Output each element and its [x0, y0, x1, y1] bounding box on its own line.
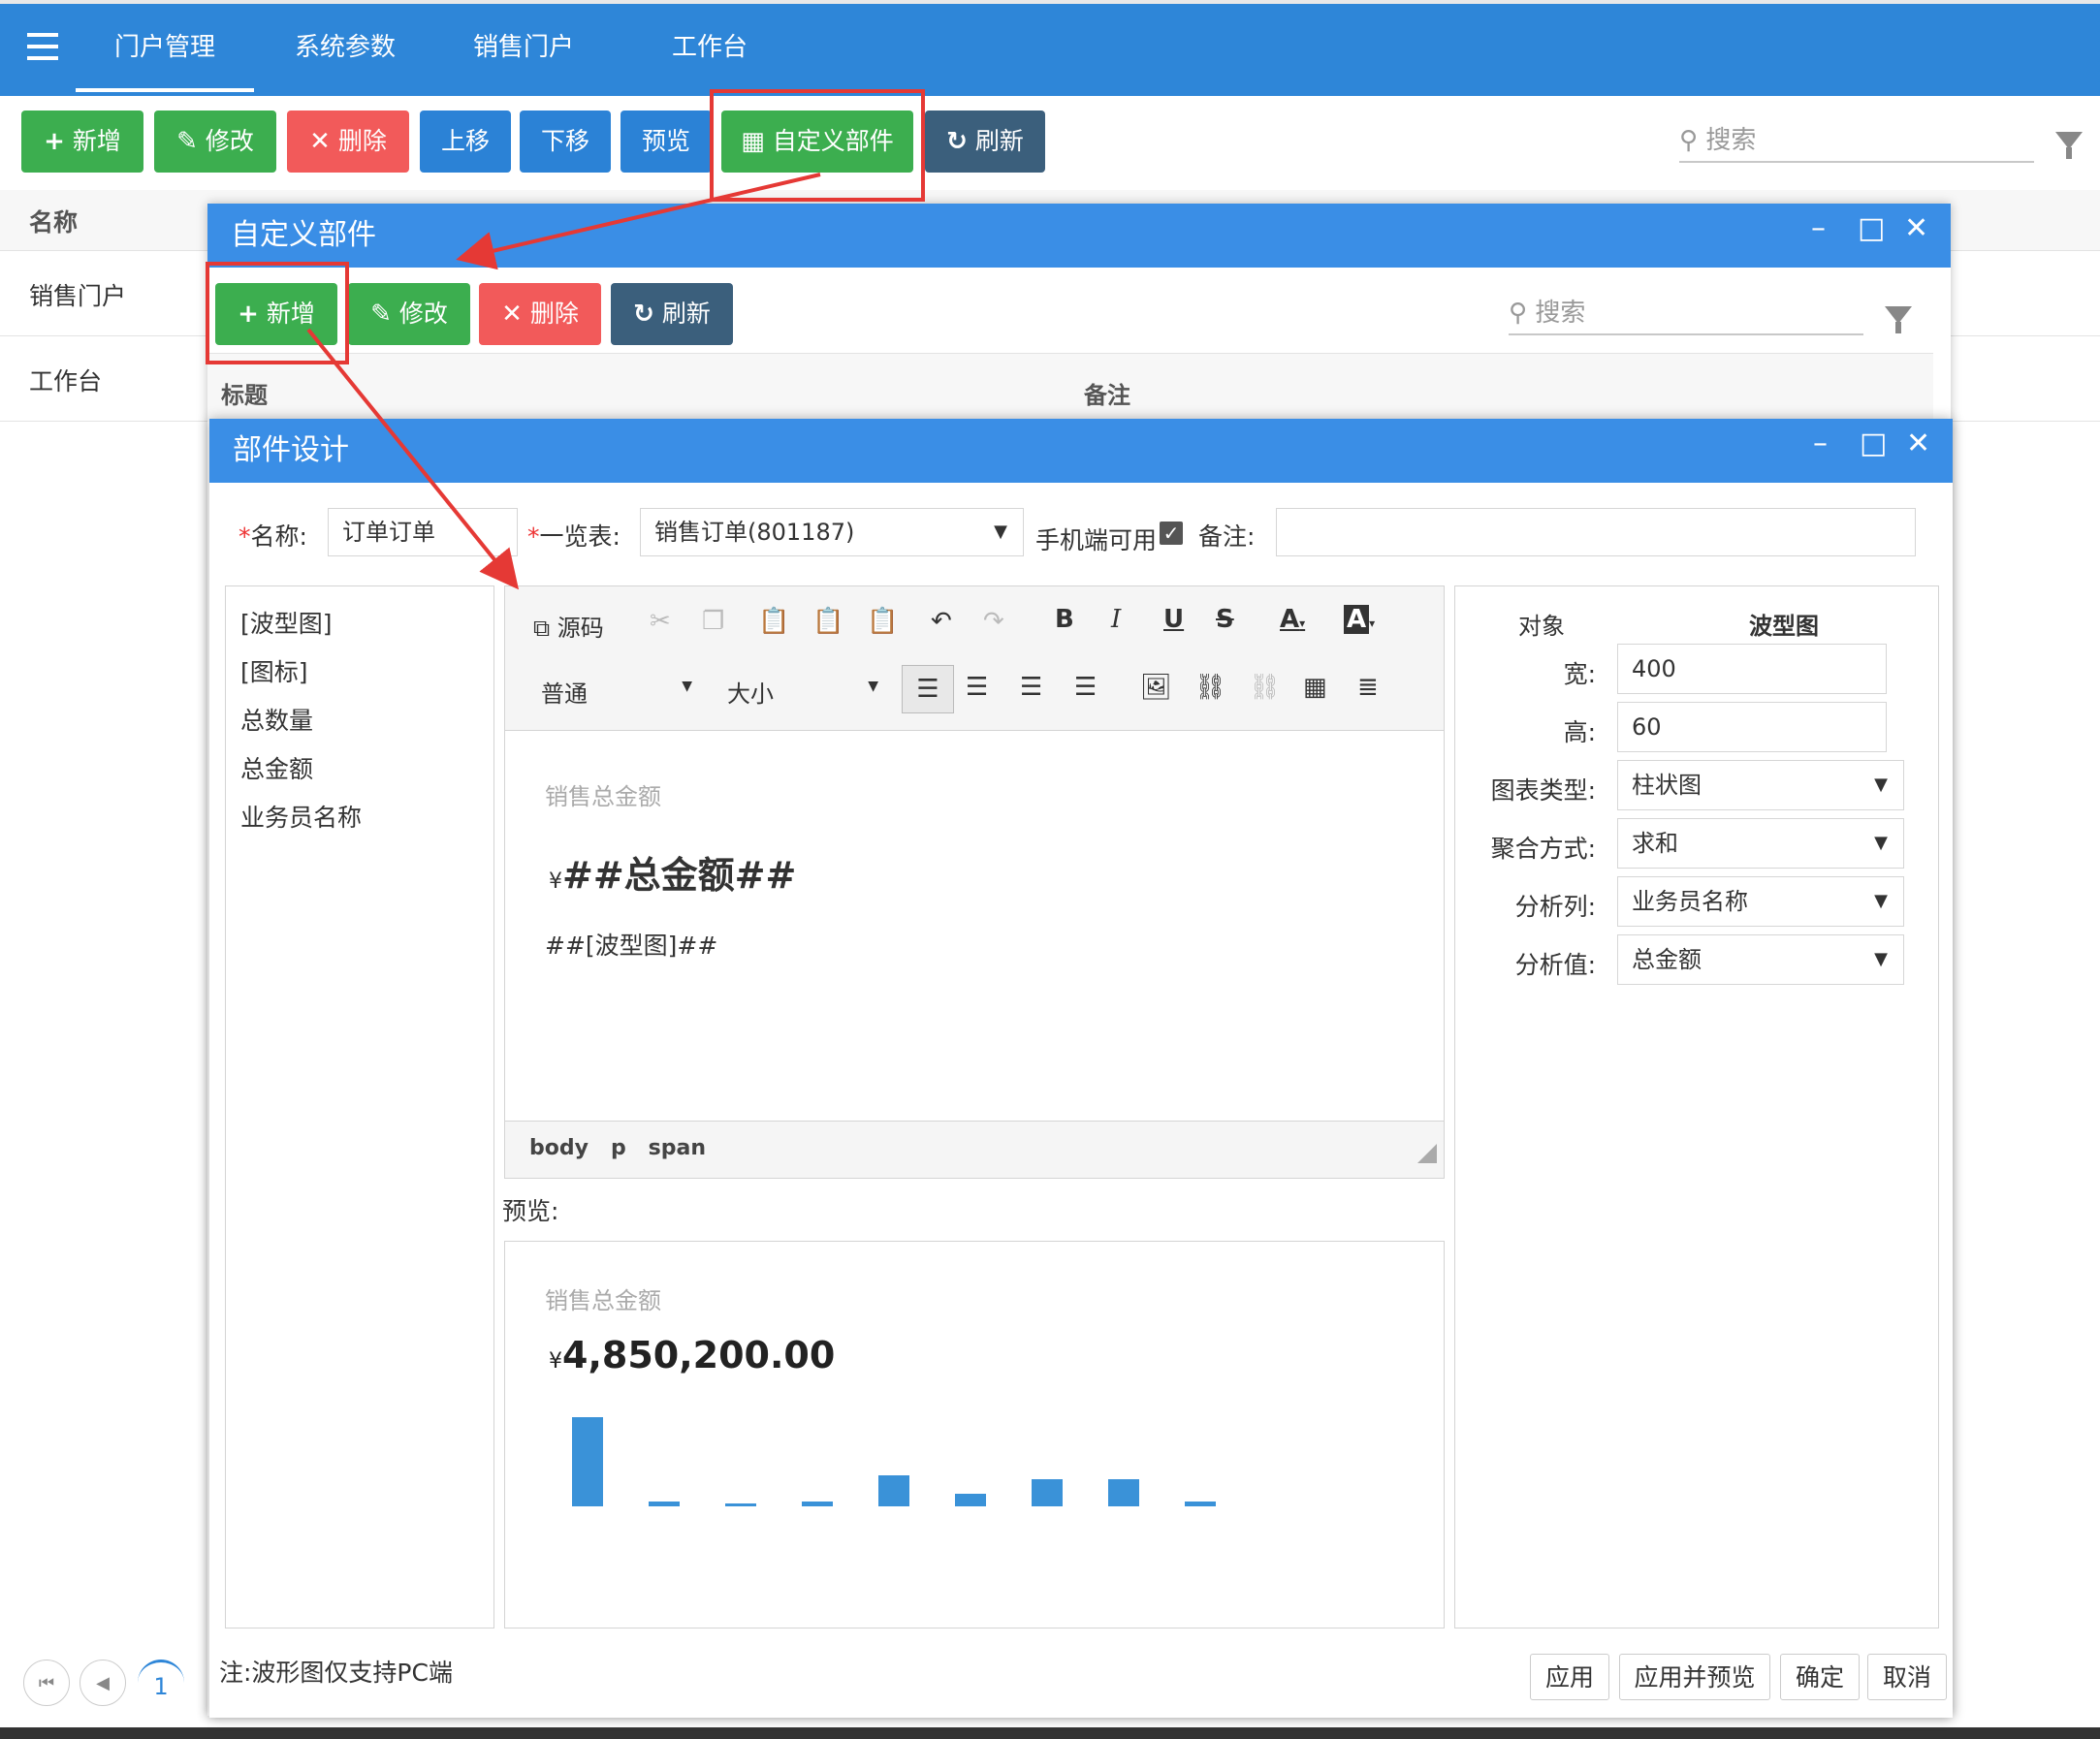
arrow-to-dialog	[456, 173, 821, 270]
annotation-arrows	[306, 173, 821, 590]
arrow-to-editor	[306, 328, 520, 590]
